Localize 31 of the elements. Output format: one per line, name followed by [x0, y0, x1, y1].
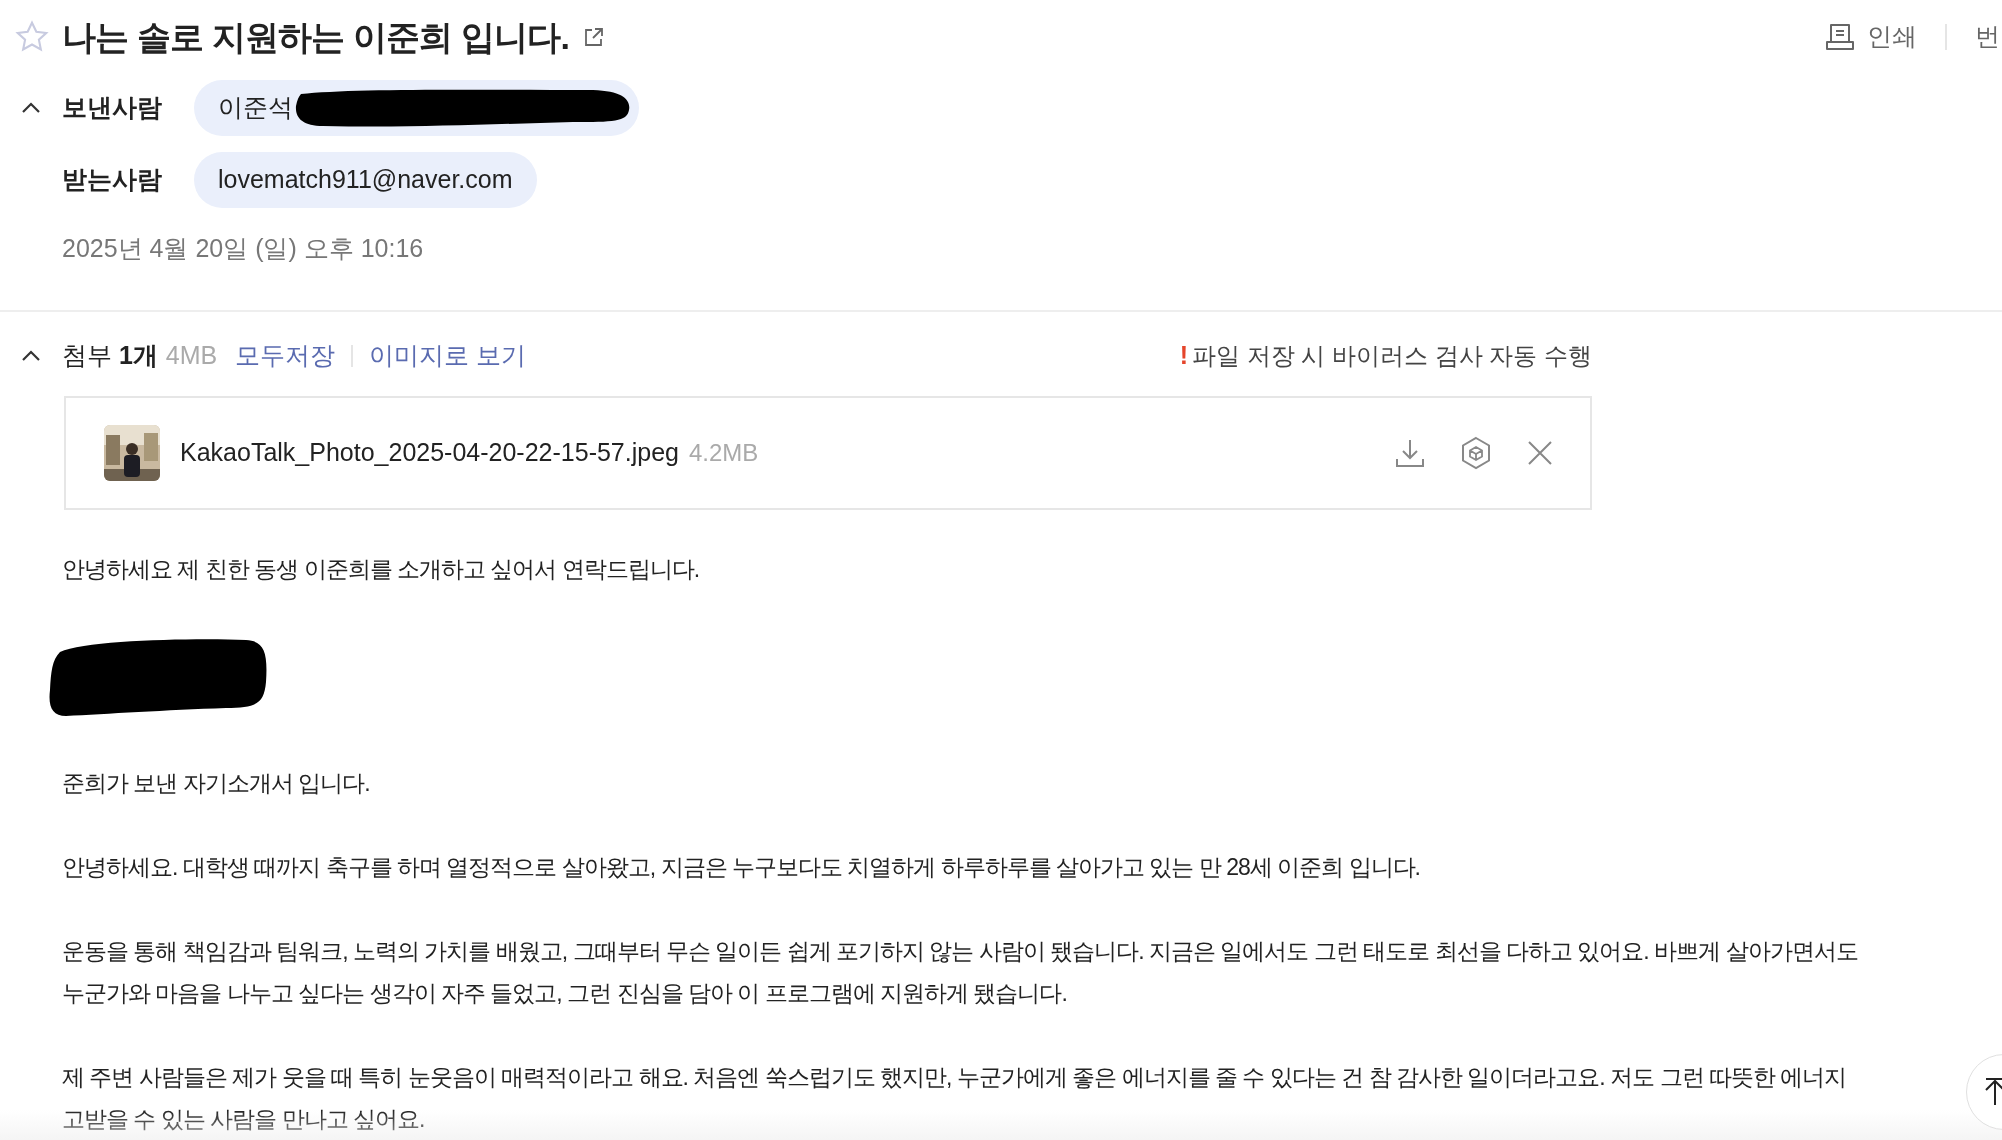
attachment-size: 4.2MB — [689, 437, 759, 468]
body-text-line: 제 주변 사람들은 제가 웃을 때 특히 눈웃음이 매력적이라고 해요. 처음엔 쑥스럽기도 했지만, 누군가에게 좋은 에너지를 줄 수 있다는 건 참 감사한 일이더라고요. 저도 그런 따뜻한 에너지 — [62, 1062, 1847, 1092]
print-button[interactable]: 인쇄 — [1825, 18, 1917, 56]
body-text-line: 안녕하세요. 대학생 때까지 축구를 하며 열정적으로 살아왔고, 지금은 누구보다도 치열하게 하루하루를 살아가고 있는 만 28세 이준희 입니다. — [62, 852, 1420, 882]
view-as-image-link[interactable]: 이미지로 보기 — [369, 336, 527, 375]
body-text-line: 안녕하세요 제 친한 동생 이준희를 소개하고 싶어서 연락드립니다. — [62, 554, 700, 584]
printer-icon — [1825, 22, 1855, 52]
external-link-icon[interactable] — [583, 26, 606, 48]
sent-date: 2025년 4월 20일 (일) 오후 10:16 — [62, 233, 424, 264]
email-subject: 나는 솔로 지원하는 이준희 입니다. — [62, 16, 570, 58]
close-icon[interactable] — [1526, 438, 1554, 467]
recipient-chip[interactable]: lovematch911@naver.com — [194, 152, 537, 208]
recipient-label: 받는사람 — [62, 164, 163, 196]
arrow-up-icon — [1985, 1077, 2002, 1107]
body-text-line: 준희가 보낸 자기소개서 입니다. — [62, 768, 370, 798]
translate-button[interactable]: 번 — [1975, 18, 2002, 56]
attachment-size: 4MB — [165, 339, 218, 371]
collapse-icon[interactable] — [20, 101, 42, 115]
body-text-line: 고받을 수 있는 사람을 만나고 싶어요. — [62, 1104, 425, 1134]
body-text-line: 운동을 통해 책임감과 팀워크, 노력의 가치를 배웠고, 그때부터 무슨 일이든 쉽게 포기하지 않는 사람이 됐습니다. 지금은 일에서도 그런 태도로 최선을 다하고 있어요. 바쁘게 살아가면서도 — [62, 936, 1858, 966]
sender-label: 보낸사람 — [62, 92, 163, 124]
save-all-link[interactable]: 모두저장 — [235, 336, 336, 375]
warning-mark: ! — [1179, 339, 1188, 371]
body-text-line: 누군가와 마음을 나누고 싶다는 생각이 자주 들었고, 그런 진심을 담아 이 프로그램에 지원하게 됐습니다. — [62, 978, 1067, 1008]
collapse-icon[interactable] — [20, 348, 42, 363]
cube-icon[interactable] — [1460, 435, 1492, 470]
virus-scan-notice: 파일 저장 시 바이러스 검사 자동 수행 — [1192, 340, 1592, 371]
sender-chip[interactable]: 이준석 — [194, 80, 639, 136]
attachment-filename[interactable]: KakaoTalk_Photo_2025-04-20-22-15-57.jpeg — [180, 433, 679, 472]
sender-name: 이준석 — [218, 92, 293, 124]
attachment-count: 첨부 1개 — [62, 339, 158, 371]
